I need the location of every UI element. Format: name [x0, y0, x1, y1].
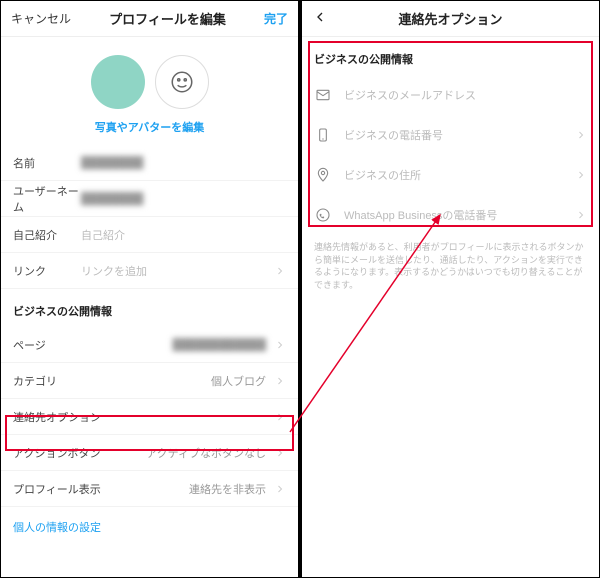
annotation-arrow — [0, 0, 600, 578]
screenshot-container: キャンセル プロフィールを編集 完了 写真やアバターを編集 名前 ███████… — [0, 0, 600, 578]
